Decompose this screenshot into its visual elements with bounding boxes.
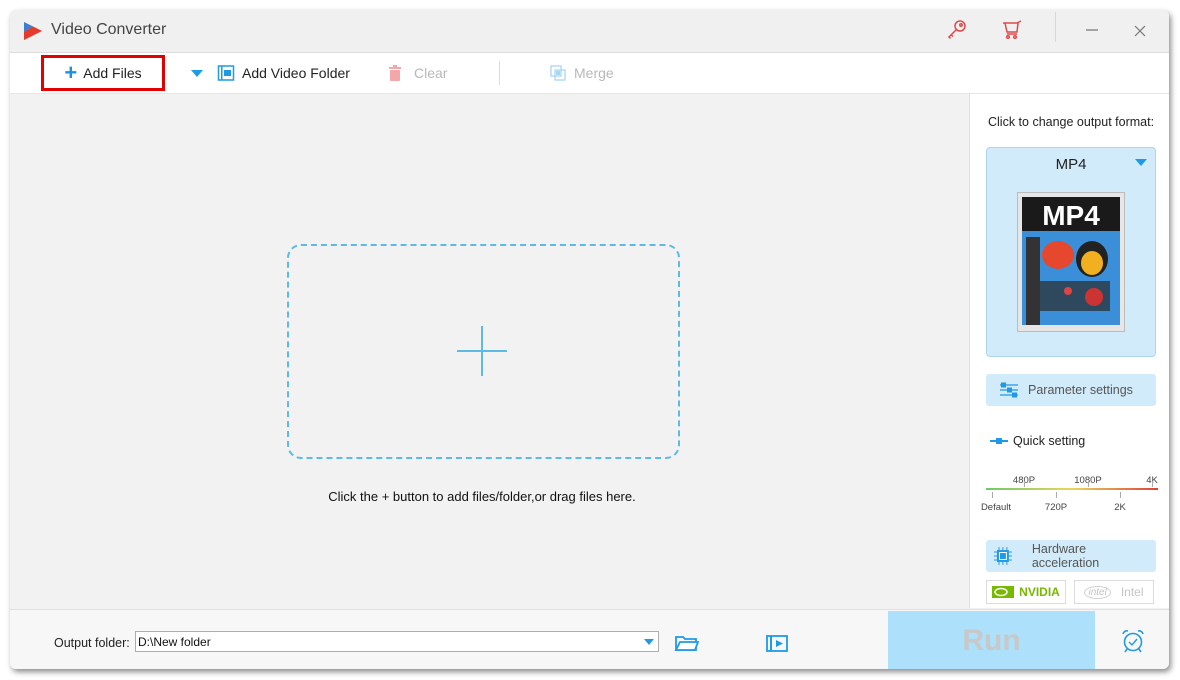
quality-slider[interactable]: 480P 1080P 4K Default 720P 2K xyxy=(981,458,1158,518)
quick-setting-label: Quick setting xyxy=(990,434,1085,448)
add-files-dropdown[interactable] xyxy=(190,53,204,93)
merge-button[interactable]: Merge xyxy=(550,53,614,93)
caret-down-icon xyxy=(191,70,203,77)
alarm-clock-icon[interactable] xyxy=(1120,628,1146,654)
output-folder-label: Output folder: xyxy=(54,636,130,650)
mp4-image-text: MP4 xyxy=(1042,200,1100,231)
minimize-icon[interactable] xyxy=(1080,18,1104,42)
titlebar-separator xyxy=(1055,12,1056,42)
tick-default xyxy=(992,492,993,498)
merge-icon xyxy=(550,65,566,81)
caret-down-icon xyxy=(1135,159,1147,166)
format-label: Click to change output format: xyxy=(988,115,1155,129)
tick-480p xyxy=(1024,481,1025,487)
intel-button[interactable]: intel Intel xyxy=(1074,580,1154,604)
output-format-selector[interactable]: MP4 MP4 xyxy=(986,147,1156,357)
parameter-settings-button[interactable]: Parameter settings xyxy=(986,374,1156,406)
plus-icon: + xyxy=(64,60,78,85)
tick-720p xyxy=(1056,492,1057,498)
run-button[interactable]: Run xyxy=(888,611,1095,669)
nvidia-label: NVIDIA xyxy=(1019,585,1060,599)
nvidia-button[interactable]: NVIDIA xyxy=(986,580,1066,604)
tick-2k xyxy=(1120,492,1121,498)
intel-label: Intel xyxy=(1120,585,1144,599)
window-title: Video Converter xyxy=(51,21,167,38)
parameter-settings-label: Parameter settings xyxy=(1028,383,1133,397)
tick-1080p xyxy=(1088,481,1089,487)
add-plus-icon-vertical xyxy=(481,326,483,376)
tick-4k xyxy=(1152,481,1153,487)
add-video-folder-button[interactable]: Add Video Folder xyxy=(217,53,350,93)
toolbar-separator xyxy=(499,61,500,85)
app-logo-icon xyxy=(24,22,42,40)
clear-label: Clear xyxy=(414,65,448,81)
file-list-area: Click the + button to add files/folder,o… xyxy=(10,94,968,608)
output-folder-dropdown[interactable] xyxy=(640,632,658,651)
trash-icon xyxy=(389,65,401,81)
quality-slider-track[interactable] xyxy=(986,488,1158,490)
title-bar: Video Converter xyxy=(10,10,1169,53)
format-name: MP4 xyxy=(1055,156,1087,173)
slider-icon xyxy=(990,438,1008,444)
clear-button[interactable]: Clear xyxy=(388,53,447,93)
drop-hint-text: Click the + button to add files/folder,o… xyxy=(328,489,636,504)
add-files-button[interactable]: + Add Files xyxy=(41,55,165,91)
mp4-format-icon: MP4 xyxy=(1017,192,1125,332)
open-folder-icon[interactable] xyxy=(674,632,700,654)
app-window: Video Converter + Add Files Add Video Fo… xyxy=(10,10,1169,669)
hardware-acceleration-label: Hardware acceleration xyxy=(1031,542,1100,570)
chip-icon xyxy=(994,547,1012,565)
add-video-folder-label: Add Video Folder xyxy=(242,65,350,81)
nvidia-logo-icon xyxy=(992,586,1015,598)
merge-label: Merge xyxy=(574,65,614,81)
hardware-acceleration-button[interactable]: Hardware acceleration xyxy=(986,540,1156,572)
output-folder-input[interactable] xyxy=(135,631,659,652)
key-icon[interactable] xyxy=(945,18,969,42)
film-folder-icon xyxy=(217,65,235,81)
intel-logo-icon: intel xyxy=(1084,585,1111,599)
video-folder-icon[interactable] xyxy=(765,632,791,654)
quick-setting-text: Quick setting xyxy=(1013,434,1086,448)
bottom-bar: Output folder: Run xyxy=(10,609,1169,669)
tick-label-720p: 720P xyxy=(1044,502,1068,513)
cart-icon[interactable] xyxy=(1000,18,1024,42)
output-settings-panel: Click to change output format: MP4 MP4 P… xyxy=(969,94,1169,608)
add-files-label: Add Files xyxy=(83,65,142,81)
toolbar: + Add Files Add Video Folder Clear Merge xyxy=(10,53,1169,94)
close-icon[interactable] xyxy=(1128,18,1152,42)
tick-label-2k: 2K xyxy=(1114,502,1126,513)
sliders-icon xyxy=(1000,382,1018,398)
tick-label-default: Default xyxy=(980,502,1012,513)
drop-zone[interactable] xyxy=(287,244,680,459)
